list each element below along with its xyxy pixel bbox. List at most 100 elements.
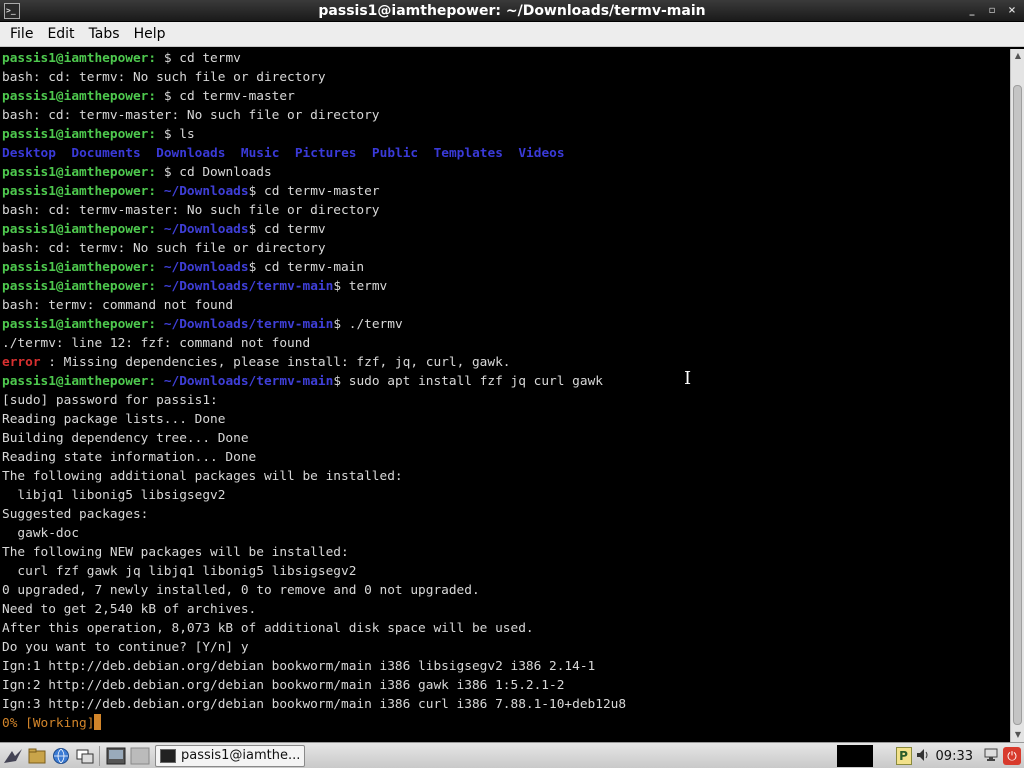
output-text: bash: cd: termv: No such file or directo… bbox=[2, 70, 326, 85]
apt-progress-text: 0% [Working] bbox=[2, 716, 95, 731]
terminal-line: Reading state information... Done bbox=[2, 448, 1010, 467]
file-manager-icon[interactable] bbox=[26, 745, 48, 767]
menu-help[interactable]: Help bbox=[128, 22, 172, 47]
clock[interactable]: 09:33 bbox=[936, 749, 973, 764]
ibeam-cursor-icon: I bbox=[684, 368, 692, 389]
prompt-symbol: $ bbox=[333, 374, 349, 389]
output-text: curl fzf gawk jq libjq1 libonig5 libsigs… bbox=[2, 564, 357, 579]
power-icon[interactable]: ⏻ bbox=[1003, 747, 1021, 765]
minimize-button[interactable]: _ bbox=[964, 3, 980, 18]
terminal-line: bash: cd: termv-master: No such file or … bbox=[2, 201, 1010, 220]
output-text: [sudo] password for passis1: bbox=[2, 393, 218, 408]
show-desktop-icon[interactable] bbox=[74, 745, 96, 767]
prompt-path: ~/Downloads bbox=[163, 260, 249, 275]
terminal-line: passis1@iamthepower: ~/Downloads$ cd ter… bbox=[2, 220, 1010, 239]
prompt-path: ~/Downloads/termv-main bbox=[163, 374, 334, 389]
prompt-user-host: passis1@iamthepower bbox=[2, 317, 149, 332]
prompt-user-host: passis1@iamthepower bbox=[2, 51, 149, 66]
prompt-symbol: $ bbox=[163, 127, 180, 142]
command-text: cd termv bbox=[179, 51, 241, 66]
output-text: bash: cd: termv-master: No such file or … bbox=[2, 108, 380, 123]
terminal-line: Desktop Documents Downloads Music Pictur… bbox=[2, 144, 1010, 163]
prompt-path: ~/Downloads/termv-main bbox=[163, 317, 334, 332]
terminal-line: passis1@iamthepower: ~/Downloads/termv-m… bbox=[2, 315, 1010, 334]
prompt-symbol: $ bbox=[333, 317, 349, 332]
prompt-path: ~/Downloads bbox=[163, 184, 249, 199]
command-text: ls bbox=[179, 127, 195, 142]
network-icon[interactable] bbox=[983, 748, 999, 765]
output-text: bash: cd: termv-master: No such file or … bbox=[2, 203, 380, 218]
terminal-line: bash: cd: termv: No such file or directo… bbox=[2, 239, 1010, 258]
prompt-symbol: $ bbox=[248, 260, 264, 275]
terminal-line: Ign:1 http://deb.debian.org/debian bookw… bbox=[2, 657, 1010, 676]
prompt-user-host: passis1@iamthepower bbox=[2, 89, 149, 104]
workspace-2-icon[interactable] bbox=[129, 745, 151, 767]
prompt-separator: : bbox=[148, 184, 164, 199]
package-updater-icon[interactable]: P bbox=[895, 747, 912, 765]
directory-entry: Desktop bbox=[2, 146, 56, 161]
window-titlebar[interactable]: >_ passis1@iamthepower: ~/Downloads/term… bbox=[0, 0, 1024, 22]
taskbar-terminal-button[interactable]: passis1@iamthe... bbox=[155, 744, 305, 767]
command-text: cd termv-main bbox=[263, 260, 365, 275]
command-text: ./termv bbox=[348, 317, 403, 332]
start-menu-icon[interactable] bbox=[2, 745, 24, 767]
scroll-up-icon[interactable]: ▲ bbox=[1011, 49, 1024, 63]
output-text: The following NEW packages will be insta… bbox=[2, 545, 349, 560]
terminal-scrollbar[interactable]: ▲ ▼ bbox=[1010, 49, 1024, 742]
prompt-separator: : bbox=[148, 222, 164, 237]
output-text: Ign:2 http://deb.debian.org/debian bookw… bbox=[2, 678, 565, 693]
terminal-line: bash: termv: command not found bbox=[2, 296, 1010, 315]
menu-file[interactable]: File bbox=[4, 22, 39, 47]
terminal-line: gawk-doc bbox=[2, 524, 1010, 543]
workspace-1-icon[interactable] bbox=[105, 745, 127, 767]
terminal-line: curl fzf gawk jq libjq1 libonig5 libsigs… bbox=[2, 562, 1010, 581]
prompt-separator: : bbox=[148, 89, 164, 104]
terminal-line: Ign:2 http://deb.debian.org/debian bookw… bbox=[2, 676, 1010, 695]
terminal-line: Building dependency tree... Done bbox=[2, 429, 1010, 448]
output-text: After this operation, 8,073 kB of additi… bbox=[2, 621, 534, 636]
output-text: Building dependency tree... Done bbox=[2, 431, 249, 446]
terminal-line: The following additional packages will b… bbox=[2, 467, 1010, 486]
terminal-line: 0 upgraded, 7 newly installed, 0 to remo… bbox=[2, 581, 1010, 600]
output-text: Do you want to continue? [Y/n] y bbox=[2, 640, 249, 655]
terminal-line: passis1@iamthepower: $ cd termv-master bbox=[2, 87, 1010, 106]
terminal-line: libjq1 libonig5 libsigsegv2 bbox=[2, 486, 1010, 505]
maximize-button[interactable]: ▫ bbox=[984, 3, 1000, 18]
prompt-separator: : bbox=[148, 51, 164, 66]
close-button[interactable]: × bbox=[1004, 3, 1020, 18]
volume-icon[interactable] bbox=[916, 748, 930, 765]
terminal-line: After this operation, 8,073 kB of additi… bbox=[2, 619, 1010, 638]
output-text: bash: cd: termv: No such file or directo… bbox=[2, 241, 326, 256]
command-text: termv bbox=[348, 279, 388, 294]
prompt-symbol: $ bbox=[163, 165, 180, 180]
prompt-user-host: passis1@iamthepower bbox=[2, 165, 149, 180]
taskbar-separator bbox=[99, 745, 100, 766]
output-text: Ign:3 http://deb.debian.org/debian bookw… bbox=[2, 697, 627, 712]
scroll-thumb[interactable] bbox=[1013, 85, 1022, 725]
scroll-down-icon[interactable]: ▼ bbox=[1011, 728, 1024, 742]
prompt-user-host: passis1@iamthepower bbox=[2, 127, 149, 142]
prompt-symbol: $ bbox=[333, 279, 349, 294]
menu-edit[interactable]: Edit bbox=[41, 22, 80, 47]
error-label: error bbox=[2, 355, 41, 370]
prompt-path: ~/Downloads/termv-main bbox=[163, 279, 334, 294]
output-text: libjq1 libonig5 libsigsegv2 bbox=[2, 488, 226, 503]
terminal-line: ./termv: line 12: fzf: command not found bbox=[2, 334, 1010, 353]
prompt-user-host: passis1@iamthepower bbox=[2, 222, 149, 237]
command-text: cd termv bbox=[263, 222, 326, 237]
prompt-separator: : bbox=[148, 165, 164, 180]
prompt-separator: : bbox=[148, 317, 164, 332]
output-text: bash: termv: command not found bbox=[2, 298, 234, 313]
terminal-line: Need to get 2,540 kB of archives. bbox=[2, 600, 1010, 619]
web-browser-icon[interactable] bbox=[50, 745, 72, 767]
terminal-output[interactable]: passis1@iamthepower: $ cd termv bash: cd:… bbox=[0, 49, 1010, 742]
terminal-line: passis1@iamthepower: ~/Downloads/termv-m… bbox=[2, 277, 1010, 296]
command-text: sudo apt install fzf jq curl gawk bbox=[348, 374, 603, 389]
output-text: The following additional packages will b… bbox=[2, 469, 403, 484]
system-monitor-widget[interactable] bbox=[837, 745, 873, 767]
taskbar-terminal-label: passis1@iamthe... bbox=[181, 748, 301, 763]
directory-entry: Public bbox=[371, 146, 419, 161]
output-text: Reading state information... Done bbox=[2, 450, 257, 465]
menu-tabs[interactable]: Tabs bbox=[83, 22, 126, 47]
prompt-user-host: passis1@iamthepower bbox=[2, 260, 149, 275]
